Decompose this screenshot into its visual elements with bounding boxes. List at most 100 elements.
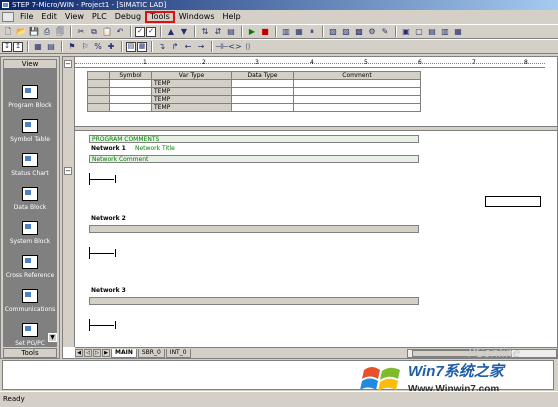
stop-icon[interactable]: ■ bbox=[259, 26, 271, 37]
single-read-icon[interactable]: ▣ bbox=[400, 26, 412, 37]
document-icon[interactable] bbox=[2, 12, 14, 22]
nav-item-program-block[interactable]: Program Block bbox=[3, 85, 57, 109]
nav-view-header[interactable]: View bbox=[3, 59, 57, 69]
table-cell[interactable] bbox=[231, 103, 294, 112]
line-up-icon[interactable]: ↱ bbox=[169, 41, 181, 52]
line-left-icon[interactable]: ← bbox=[182, 41, 194, 52]
tab-int-0[interactable]: INT_0 bbox=[165, 348, 191, 358]
coil-icon[interactable]: <> bbox=[228, 41, 241, 52]
pause-icon[interactable]: ⏸ bbox=[306, 26, 318, 37]
network-comments-icon[interactable]: ▤ bbox=[126, 41, 136, 52]
toggle-bookmark-icon[interactable]: ▦ bbox=[32, 41, 44, 52]
paste-icon[interactable]: 📋 bbox=[101, 26, 113, 37]
table-row[interactable]: TEMP bbox=[87, 79, 421, 88]
table-cell[interactable]: TEMP bbox=[151, 79, 232, 88]
new-icon[interactable]: 🗋 bbox=[2, 26, 14, 37]
nav-scroll-down-icon[interactable]: ▼ bbox=[48, 333, 57, 342]
tab-main[interactable]: MAIN bbox=[111, 348, 137, 358]
contact-icon[interactable]: ⊣⊢ bbox=[215, 41, 229, 52]
upload-icon[interactable]: ▲ bbox=[165, 26, 177, 37]
network-1-title[interactable]: Network Title bbox=[135, 145, 175, 153]
prev-tab-icon[interactable]: ◁ bbox=[84, 349, 92, 357]
table-cell[interactable] bbox=[293, 95, 421, 104]
menu-view[interactable]: View bbox=[61, 11, 88, 23]
options-icon[interactable]: ▤ bbox=[225, 26, 237, 37]
collapse-vartable-icon[interactable]: − bbox=[64, 60, 72, 68]
table-cell[interactable] bbox=[231, 79, 294, 88]
nav-item-cross-reference[interactable]: Cross Reference bbox=[3, 255, 57, 279]
remove-bookmark-icon[interactable]: ⚐ bbox=[79, 41, 91, 52]
read-all-icon[interactable]: ⚙ bbox=[366, 26, 378, 37]
preview-icon[interactable]: 🗐 bbox=[54, 26, 66, 37]
table-cell[interactable] bbox=[87, 95, 110, 104]
poe-comments-icon[interactable]: ✚ bbox=[105, 41, 117, 52]
download-icon[interactable]: ▼ bbox=[178, 26, 190, 37]
compile-all-icon[interactable]: ✓ bbox=[146, 26, 156, 37]
last-tab-icon[interactable]: ▶ bbox=[102, 349, 110, 357]
network-1-comment[interactable]: Network Comment bbox=[89, 155, 419, 163]
sort-desc-icon[interactable]: ⇵ bbox=[212, 26, 224, 37]
symbol-addressing-icon[interactable]: % bbox=[92, 41, 104, 52]
table-cell[interactable] bbox=[87, 87, 110, 96]
scan-icon[interactable]: ▤ bbox=[426, 26, 438, 37]
table-cell[interactable] bbox=[293, 79, 421, 88]
menu-tools[interactable]: Tools bbox=[145, 11, 175, 23]
compile-icon[interactable]: ✓ bbox=[135, 26, 145, 37]
nav-item-communications[interactable]: Communications bbox=[3, 289, 57, 313]
table-cell[interactable] bbox=[231, 95, 294, 104]
collapse-program-icon[interactable]: − bbox=[64, 167, 72, 175]
table-cell[interactable] bbox=[293, 87, 421, 96]
table-cell[interactable] bbox=[109, 95, 152, 104]
print-icon[interactable]: ⎙ bbox=[41, 26, 53, 37]
cut-icon[interactable]: ✂ bbox=[75, 26, 87, 37]
chart-status-icon[interactable]: ▦ bbox=[293, 26, 305, 37]
nav-item-system-block[interactable]: System Block bbox=[3, 221, 57, 245]
table-cell[interactable]: TEMP bbox=[151, 103, 232, 112]
table-cell[interactable]: TEMP bbox=[151, 87, 232, 96]
chart-icon[interactable]: ▦ bbox=[452, 26, 464, 37]
next-bookmark-icon[interactable]: ▤ bbox=[45, 41, 57, 52]
trend-icon[interactable]: ▧ bbox=[327, 26, 339, 37]
table-cell[interactable] bbox=[231, 87, 294, 96]
network-2-comment[interactable] bbox=[89, 225, 419, 233]
open-icon[interactable]: 📂 bbox=[15, 26, 27, 37]
copy-icon[interactable]: ⧉ bbox=[88, 26, 100, 37]
prev-bookmark-icon[interactable]: ⚑ bbox=[66, 41, 78, 52]
program-comments-field[interactable]: PROGRAM COMMENTS bbox=[89, 135, 419, 143]
table-row[interactable]: TEMP bbox=[87, 103, 421, 112]
table-cell[interactable] bbox=[87, 103, 110, 112]
save-icon[interactable]: 💾 bbox=[28, 26, 40, 37]
menu-plc[interactable]: PLC bbox=[88, 11, 111, 23]
network-1-rung[interactable] bbox=[89, 173, 119, 185]
insert-network-icon[interactable]: ↧ bbox=[2, 41, 12, 52]
selection-box[interactable] bbox=[485, 196, 541, 207]
window-icon[interactable]: ▥ bbox=[439, 26, 451, 37]
menu-file[interactable]: File bbox=[16, 11, 37, 23]
write-icon[interactable]: ✎ bbox=[379, 26, 391, 37]
undo-icon[interactable]: ↶ bbox=[114, 26, 126, 37]
table-cell[interactable] bbox=[109, 103, 152, 112]
delete-network-icon[interactable]: ↥ bbox=[13, 41, 23, 52]
box-icon[interactable]: ⌷ bbox=[242, 41, 254, 52]
network-2-rung[interactable] bbox=[89, 247, 119, 259]
menu-edit[interactable]: Edit bbox=[37, 11, 61, 23]
first-tab-icon[interactable]: ◀ bbox=[75, 349, 83, 357]
table-cell[interactable] bbox=[109, 87, 152, 96]
line-down-icon[interactable]: ↴ bbox=[156, 41, 168, 52]
nav-item-symbol-table[interactable]: Symbol Table bbox=[3, 119, 57, 143]
nav-tools-footer[interactable]: Tools bbox=[3, 348, 57, 358]
nav-item-data-block[interactable]: Data Block bbox=[3, 187, 57, 211]
menu-help[interactable]: Help bbox=[219, 11, 245, 23]
line-right-icon[interactable]: → bbox=[195, 41, 207, 52]
execute-scan-icon[interactable]: ▢ bbox=[413, 26, 425, 37]
run-icon[interactable]: ▶ bbox=[246, 26, 258, 37]
menu-debug[interactable]: Debug bbox=[111, 11, 145, 23]
force-icon[interactable]: ▨ bbox=[340, 26, 352, 37]
symbol-table-icon[interactable]: ▦ bbox=[137, 41, 147, 52]
tab-sbr-0[interactable]: SBR_0 bbox=[137, 348, 165, 358]
table-cell[interactable]: TEMP bbox=[151, 95, 232, 104]
sort-asc-icon[interactable]: ⇅ bbox=[199, 26, 211, 37]
nav-item-status-chart[interactable]: Status Chart bbox=[3, 153, 57, 177]
menu-windows[interactable]: Windows bbox=[175, 11, 219, 23]
next-tab-icon[interactable]: ▷ bbox=[93, 349, 101, 357]
